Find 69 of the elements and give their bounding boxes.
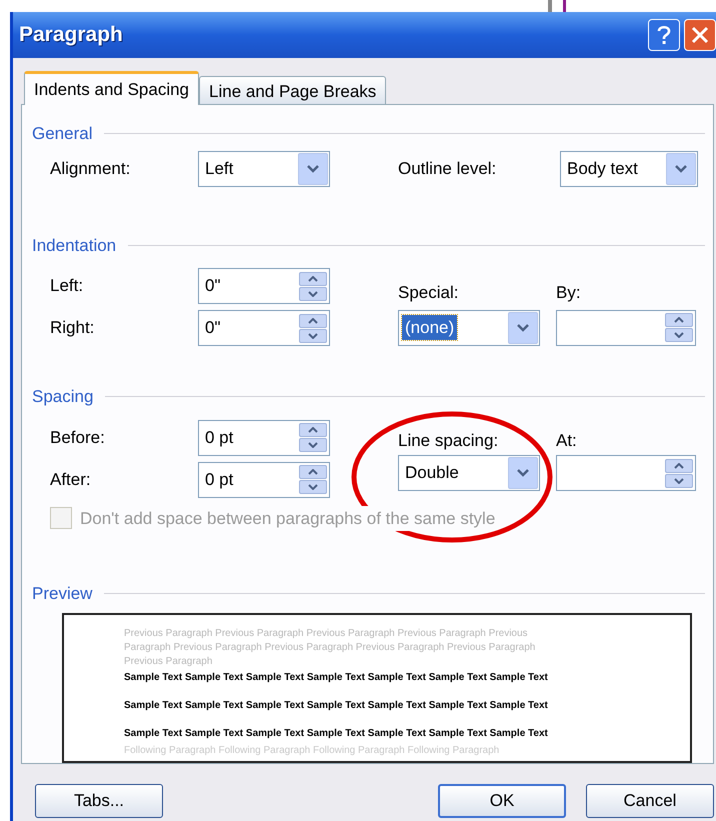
spin-field[interactable]: 0"	[198, 268, 330, 304]
spin-down-button[interactable]	[299, 286, 327, 300]
help-icon	[657, 25, 671, 45]
field-label: Before:	[50, 428, 105, 447]
dropdown[interactable]: Left	[198, 150, 330, 186]
field-label: At:	[556, 430, 578, 452]
spin-value: 0"	[205, 275, 220, 298]
caret-icon	[674, 164, 688, 174]
spin-field[interactable]	[556, 310, 696, 346]
tab[interactable]: Line and Page Breaks	[199, 76, 386, 104]
section-heading: Indentation	[32, 234, 116, 256]
spin-up-button[interactable]	[299, 465, 327, 479]
spin-value: 0 pt	[205, 426, 234, 449]
spin-up-button[interactable]	[665, 458, 693, 472]
dropdown-arrow-button[interactable]	[666, 152, 696, 184]
dialog-button[interactable]: OK	[438, 784, 566, 818]
field-label: By:	[556, 282, 582, 304]
close-icon	[691, 26, 709, 44]
spin-field[interactable]: 0 pt	[198, 462, 330, 498]
caret-icon	[516, 322, 530, 332]
field-label: Left:	[50, 276, 84, 296]
field-label: Outline level:	[398, 158, 496, 178]
field-label: Special:	[398, 282, 460, 304]
dropdown-value: (none)	[402, 314, 458, 340]
spin-down-button[interactable]	[299, 438, 327, 452]
spin-down-button[interactable]	[665, 328, 693, 342]
spin-field[interactable]: 0 pt	[198, 420, 330, 456]
spin-up-button[interactable]	[299, 314, 327, 328]
preview-previous-text: Paragraph Previous Paragraph Previous Paragraph Previous Paragraph Previous Paragraph	[124, 640, 536, 654]
spin-up-button[interactable]	[299, 423, 327, 437]
dropdown[interactable]: (none)	[398, 310, 540, 346]
section-heading: Preview	[32, 583, 92, 605]
field-label: Line spacing:	[398, 430, 500, 452]
dropdown-arrow-button[interactable]	[298, 152, 328, 184]
caret-icon	[306, 164, 320, 174]
field-label: Right:	[50, 318, 94, 338]
spin-value: 0 pt	[205, 468, 234, 491]
section-heading: General	[32, 123, 92, 145]
spin-value: 0"	[205, 317, 220, 340]
spin-field[interactable]	[556, 455, 696, 491]
spin-up-button[interactable]	[665, 313, 693, 327]
dropdown-arrow-button[interactable]	[508, 312, 538, 344]
spin-up-button[interactable]	[299, 272, 327, 286]
dropdown[interactable]: Body text	[560, 150, 698, 186]
field-label: Alignment:	[50, 158, 130, 178]
dropdown-value: Double	[404, 462, 460, 484]
checkbox-label: Don't add space between paragraphs of the same style	[80, 506, 496, 531]
dropdown[interactable]: Double	[398, 455, 540, 491]
help-button[interactable]	[648, 19, 680, 51]
dialog-button[interactable]: Tabs...	[35, 784, 163, 818]
tab[interactable]: Indents and Spacing	[24, 71, 200, 105]
preview-previous-text: Previous Paragraph	[124, 654, 214, 668]
section-heading: Spacing	[32, 386, 94, 408]
preview-sample-text: Sample Text Sample Text Sample Text Sample Text Sample Text Sample Text Sample Text	[124, 670, 549, 684]
preview-sample-text: Sample Text Sample Text Sample Text Sample Text Sample Text Sample Text Sample Text	[124, 726, 549, 740]
caret-icon	[516, 468, 530, 478]
dropdown-arrow-button[interactable]	[508, 457, 538, 489]
close-button[interactable]	[684, 19, 716, 51]
window-title: Paragraph	[19, 22, 123, 48]
spin-down-button[interactable]	[299, 328, 327, 342]
spin-down-button[interactable]	[665, 474, 693, 488]
spin-field[interactable]: 0"	[198, 310, 330, 346]
preview-previous-text: Previous Paragraph Previous Paragraph Previous Paragraph Previous Paragraph Previous	[124, 626, 529, 640]
dialog-button[interactable]: Cancel	[586, 784, 714, 818]
dropdown-value: Body text	[566, 158, 639, 180]
dropdown-value: Left	[204, 158, 234, 180]
field-label: After:	[50, 470, 91, 489]
spin-down-button[interactable]	[299, 480, 327, 494]
preview-sample-text: Sample Text Sample Text Sample Text Sample Text Sample Text Sample Text Sample Text	[124, 698, 549, 712]
